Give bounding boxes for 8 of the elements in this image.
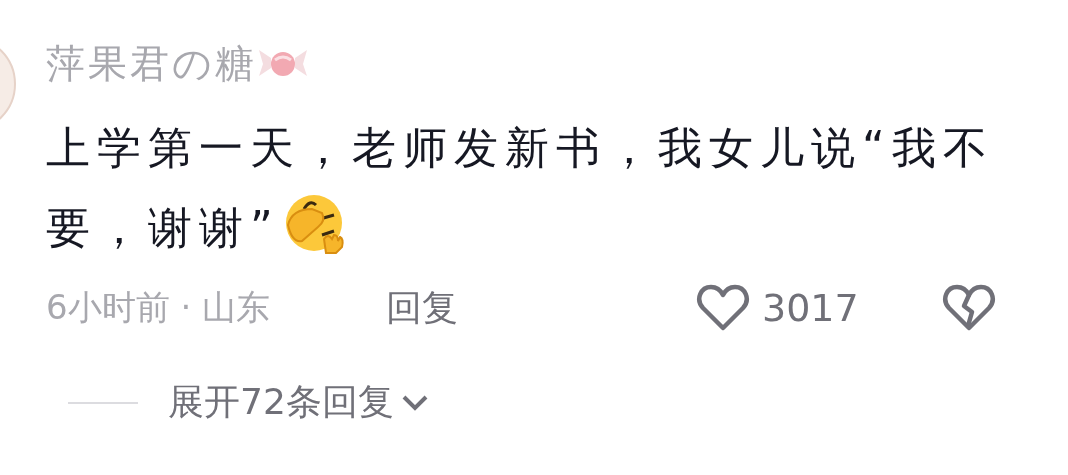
broken-heart-icon[interactable] [942,284,996,332]
reply-button[interactable]: 回复 [386,283,696,333]
heart-icon[interactable] [696,284,750,332]
time-location: 6小时前 · 山东 [46,286,272,329]
expand-replies-button[interactable]: 展开72条回复 [168,378,430,427]
comment-text-line: 要，谢谢” [46,202,280,253]
like-count: 3017 [762,286,860,330]
comment-text-line: 上学第一天，老师发新书，我女儿说“我不 [46,121,995,175]
